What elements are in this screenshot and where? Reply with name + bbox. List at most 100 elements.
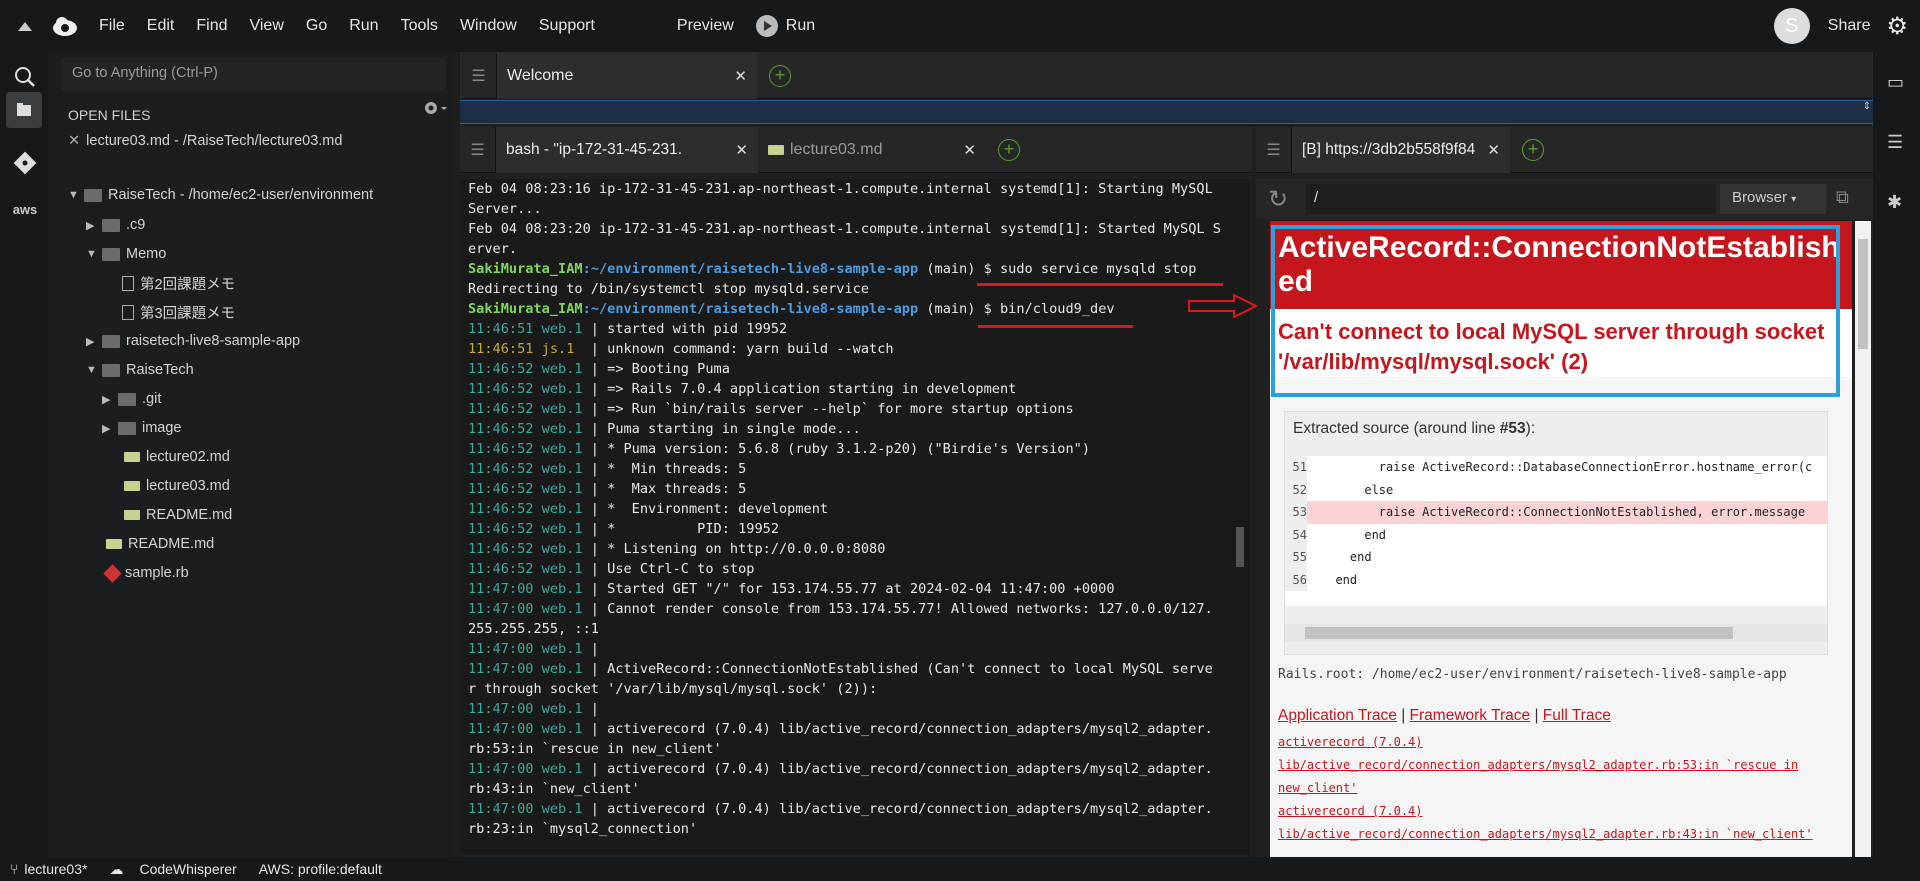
- tree-item[interactable]: sample.rb: [103, 560, 189, 586]
- terminal-line: r through socket '/var/lib/mysql/mysql.s…: [468, 681, 878, 697]
- popout-icon[interactable]: ⧉: [1836, 187, 1849, 208]
- horizontal-scrollbar[interactable]: ⇕: [460, 100, 1873, 124]
- tab-bash[interactable]: bash - "ip-172-31-45-231. ✕: [496, 126, 758, 173]
- close-tab-icon[interactable]: ✕: [724, 67, 747, 85]
- code-text: raise ActiveRecord::DatabaseConnectionEr…: [1321, 460, 1813, 474]
- terminal-line: rb:53:in `rescue in new_client': [468, 741, 722, 757]
- menu-go[interactable]: Go: [295, 0, 338, 52]
- menu-view[interactable]: View: [238, 0, 294, 52]
- add-tab-icon[interactable]: +: [998, 138, 1020, 161]
- trace-line[interactable]: new_client': [1278, 777, 1813, 800]
- close-tab-icon[interactable]: ✕: [953, 141, 976, 159]
- sidebar-settings-gear-icon[interactable]: [422, 99, 448, 117]
- terminal-line: 11:47:00 web.1 | ActiveRecord::Connectio…: [468, 659, 1242, 679]
- trace-line[interactable]: activerecord (7.0.4): [1278, 731, 1813, 754]
- menu-window[interactable]: Window: [449, 0, 528, 52]
- terminal-line: 11:46:52 web.1 | Puma starting in single…: [468, 419, 1242, 439]
- preview-button[interactable]: Preview: [666, 0, 745, 52]
- tree-item[interactable]: lecture03.md: [124, 473, 230, 499]
- trace-line[interactable]: lib/active_record/connection_adapters/my…: [1278, 754, 1813, 777]
- tree-item[interactable]: ▼ RaiseTech - /home/ec2-user/environment: [68, 182, 373, 208]
- settings-gear-icon[interactable]: ⚙: [1886, 12, 1908, 41]
- code-line-number: 53: [1285, 501, 1307, 524]
- avatar[interactable]: S: [1773, 8, 1810, 44]
- debugger-icon[interactable]: ✱: [1887, 192, 1902, 213]
- collaborate-icon[interactable]: ▭: [1887, 72, 1904, 93]
- git-icon[interactable]: [12, 150, 38, 176]
- arrow-annotation-icon: [1188, 294, 1258, 318]
- browser-vscrollbar[interactable]: [1855, 221, 1871, 857]
- scroll-thumb[interactable]: [1305, 627, 1733, 639]
- open-file-item[interactable]: ✕ lecture03.md - /RaiseTech/lecture03.md: [68, 128, 342, 154]
- log-text: | Use Ctrl-C to stop: [590, 561, 755, 577]
- menu-support[interactable]: Support: [528, 0, 606, 52]
- menu-file[interactable]: File: [88, 0, 136, 52]
- close-icon[interactable]: ✕: [68, 133, 80, 149]
- share-button[interactable]: Share: [1828, 17, 1871, 35]
- log-text: | ActiveRecord::ConnectionNotEstablished…: [590, 661, 1213, 677]
- pane-menu-icon[interactable]: ☰: [1256, 126, 1292, 173]
- tree-item[interactable]: ▶ .git: [102, 386, 161, 412]
- tree-item[interactable]: ▼ RaiseTech: [86, 357, 194, 383]
- source-code: 51 raise ActiveRecord::DatabaseConnectio…: [1285, 456, 1827, 606]
- terminal-line: 11:46:52 web.1 | => Booting Puma: [468, 359, 1242, 379]
- refresh-icon[interactable]: ↻: [1268, 185, 1288, 214]
- tree-item[interactable]: ▼ Memo: [86, 241, 166, 267]
- tab-welcome[interactable]: Welcome ✕: [497, 52, 757, 99]
- environment-tab-active[interactable]: [6, 92, 42, 128]
- log-source: 11:47:00 web.1: [468, 581, 591, 597]
- tab-browser[interactable]: [B] https://3db2b558f9f84 ✕: [1292, 126, 1510, 173]
- outline-icon[interactable]: ☰: [1887, 132, 1903, 153]
- code-line: 55 end: [1285, 546, 1827, 569]
- tree-item[interactable]: ▶ raisetech-live8-sample-app: [86, 328, 300, 354]
- tree-item[interactable]: 第2回課題メモ: [120, 270, 235, 296]
- log-source: 11:47:00 web.1: [468, 661, 591, 677]
- log-text: | unknown command: yarn build --watch: [590, 341, 894, 357]
- scroll-arrows-icon[interactable]: ⇕: [1863, 101, 1871, 112]
- aws-icon[interactable]: aws: [12, 202, 38, 228]
- tree-item[interactable]: ▶ image: [102, 415, 182, 441]
- go-to-anything-input[interactable]: Go to Anything (Ctrl-P): [62, 58, 446, 90]
- collapse-menu-icon[interactable]: [18, 21, 32, 31]
- run-button[interactable]: Run: [745, 0, 826, 52]
- tree-item[interactable]: lecture02.md: [124, 444, 230, 470]
- terminal-line: 11:46:52 web.1 | * Listening on http://0…: [468, 539, 1242, 559]
- menu-find[interactable]: Find: [185, 0, 238, 52]
- add-tab-icon[interactable]: +: [769, 64, 791, 87]
- url-input[interactable]: /: [1306, 184, 1716, 214]
- pane-menu-icon[interactable]: ☰: [461, 52, 497, 99]
- search-icon[interactable]: [12, 64, 38, 90]
- tab-lecture03[interactable]: lecture03.md ✕: [758, 127, 986, 173]
- extracted-source-header: Extracted source (around line #53):: [1285, 412, 1827, 448]
- add-tab-icon[interactable]: +: [1522, 138, 1544, 161]
- pane-menu-icon[interactable]: ☰: [460, 126, 496, 173]
- menu-edit[interactable]: Edit: [136, 0, 186, 52]
- aws-profile-label[interactable]: AWS: profile:default: [259, 861, 382, 877]
- tree-item[interactable]: 第3回課題メモ: [120, 299, 235, 325]
- log-source: 11:47:00 web.1: [468, 641, 591, 657]
- tree-item[interactable]: ▶ .c9: [86, 212, 145, 238]
- application-trace-link[interactable]: Application Trace: [1278, 707, 1397, 724]
- trace-line[interactable]: activerecord (7.0.4): [1278, 800, 1813, 823]
- scroll-thumb[interactable]: [1858, 239, 1868, 349]
- close-tab-icon[interactable]: ✕: [725, 141, 748, 159]
- menu-bar: File Edit Find View Go Run Tools Window …: [0, 0, 1920, 52]
- codewhisperer-label[interactable]: CodeWhisperer: [139, 861, 236, 877]
- code-hscrollbar[interactable]: [1285, 624, 1827, 642]
- full-trace-link[interactable]: Full Trace: [1543, 707, 1611, 724]
- menu-tools[interactable]: Tools: [390, 0, 449, 52]
- browser-dropdown[interactable]: Browser ▾: [1720, 184, 1826, 214]
- log-text: | * Listening on http://0.0.0.0:8080: [590, 541, 886, 557]
- close-tab-icon[interactable]: ✕: [1483, 141, 1500, 159]
- cloud9-logo-icon[interactable]: [52, 15, 78, 37]
- code-text: end: [1321, 550, 1372, 564]
- tree-item[interactable]: README.md: [106, 531, 214, 557]
- branch-label[interactable]: lecture03*: [24, 861, 87, 877]
- terminal-scrollbar[interactable]: [1236, 527, 1244, 567]
- framework-trace-link[interactable]: Framework Trace: [1410, 707, 1531, 724]
- trace-line[interactable]: lib/active_record/connection_adapters/my…: [1278, 823, 1813, 846]
- folder-icon: [84, 188, 102, 202]
- menu-run[interactable]: Run: [338, 0, 389, 52]
- tree-item[interactable]: README.md: [124, 502, 232, 528]
- terminal-output[interactable]: Feb 04 08:23:16 ip-172-31-45-231.ap-nort…: [460, 179, 1250, 855]
